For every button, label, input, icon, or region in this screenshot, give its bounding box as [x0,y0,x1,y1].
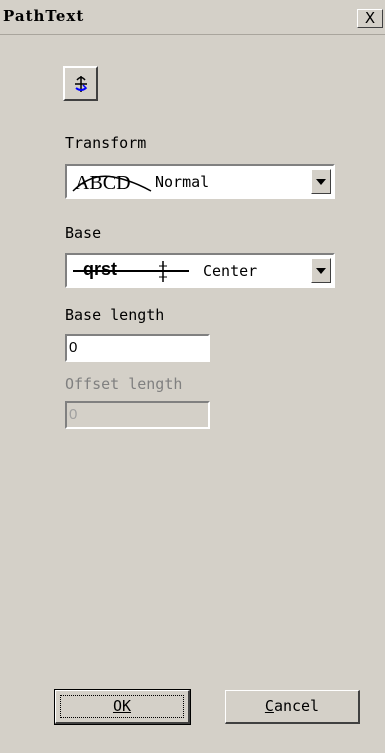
ok-button[interactable]: OK [54,689,191,725]
path-text-icon [75,76,88,92]
ok-label: OK [112,697,132,715]
transform-dropdown-button[interactable] [311,169,331,194]
path-text-tool-button[interactable] [63,66,98,101]
close-button[interactable]: X [357,9,383,28]
chevron-down-icon [316,268,326,274]
base-length-input[interactable]: 0 [65,334,210,362]
transform-value: Normal [155,173,210,191]
window-title: PathText [3,7,85,25]
base-length-label: Base length [65,306,165,324]
cancel-label-rest: ancel [273,697,320,715]
offset-length-label: Offset length [65,375,183,393]
transform-sample: ABCD [75,172,131,194]
title-bar[interactable]: PathText X [0,0,385,35]
base-sample: qrst [83,259,117,279]
cancel-mnemonic: C [264,697,274,715]
arc-text-sample-icon: ABCD [72,172,152,194]
transform-select[interactable]: ABCD Normal [65,164,335,199]
base-dropdown-button[interactable] [311,258,331,283]
offset-length-input: 0 [65,401,210,429]
chevron-down-icon [316,179,326,185]
cancel-button[interactable]: Cancel [225,690,360,724]
close-icon: X [364,9,376,27]
cancel-label: Cancel [265,697,319,715]
base-value: Center [203,262,258,280]
transform-label: Transform [65,134,147,152]
base-label: Base [65,224,102,242]
baseline-sample-icon: qrst [73,259,189,282]
pathtext-panel: PathText X Transform ABCD Normal Base qr… [0,0,385,753]
base-select[interactable]: qrst Center [65,253,335,288]
